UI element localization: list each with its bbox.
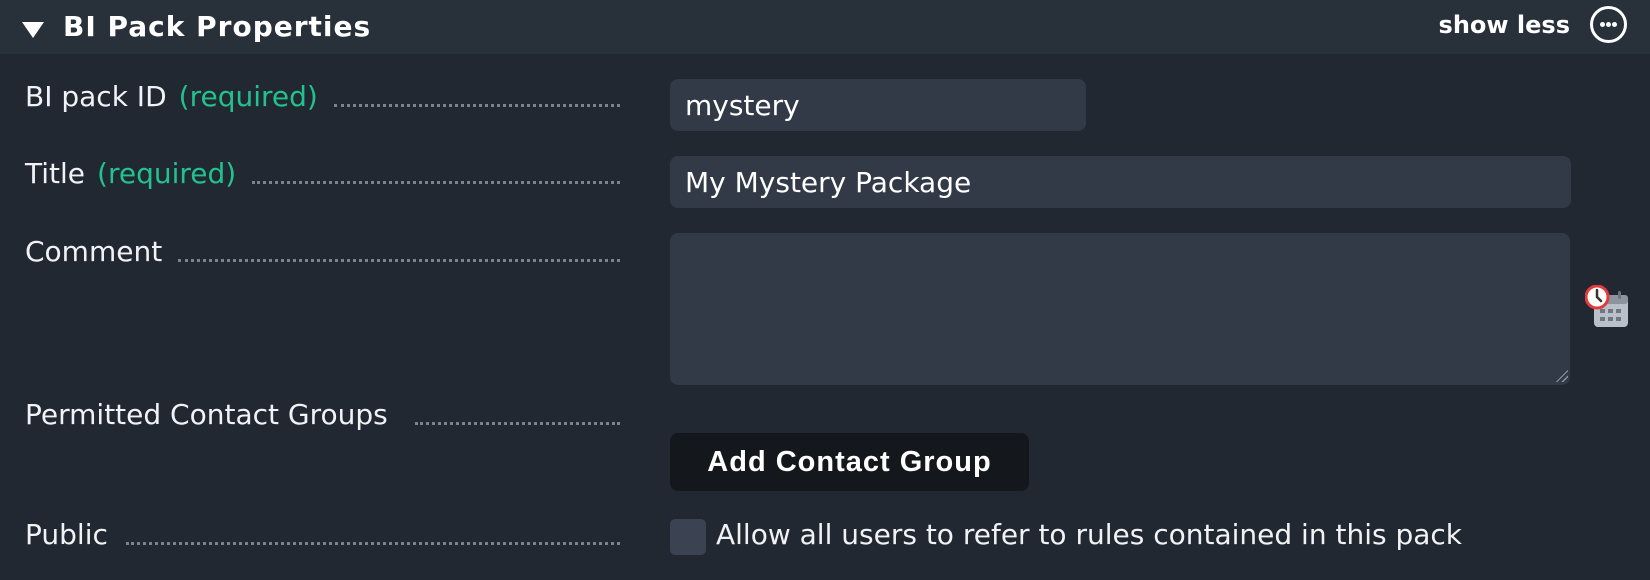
public-checkbox[interactable] xyxy=(670,519,706,555)
dotted-leader xyxy=(334,104,620,107)
required-marker: (required) xyxy=(178,80,318,113)
pack-id-label-text: BI pack ID xyxy=(25,80,167,113)
calendar-clock-icon[interactable] xyxy=(1585,285,1631,331)
public-checkbox-label[interactable]: Allow all users to refer to rules contai… xyxy=(716,518,1462,551)
title-label-text: Title xyxy=(25,157,86,190)
ellipsis-circle-icon[interactable] xyxy=(1590,6,1627,43)
title-label: Title (required) xyxy=(25,157,236,190)
show-less-link[interactable]: show less xyxy=(1439,11,1570,39)
comment-label-text: Comment xyxy=(25,235,163,268)
contact-groups-label: Permitted Contact Groups xyxy=(25,398,388,431)
required-marker: (required) xyxy=(97,157,237,190)
dotted-leader xyxy=(252,181,620,184)
resize-grip-icon[interactable] xyxy=(1556,370,1568,382)
triangle-down-icon[interactable] xyxy=(22,22,44,38)
public-label-text: Public xyxy=(25,518,108,551)
dotted-leader xyxy=(178,259,620,262)
pack-id-input[interactable] xyxy=(670,79,1086,131)
title-input[interactable] xyxy=(670,156,1571,208)
comment-label: Comment xyxy=(25,235,162,268)
pack-id-label: BI pack ID (required) xyxy=(25,80,318,113)
dotted-leader xyxy=(415,422,620,425)
comment-textarea[interactable] xyxy=(670,233,1570,385)
public-label: Public xyxy=(25,518,108,551)
bi-pack-properties-panel: BI Pack Properties show less BI pack ID … xyxy=(0,0,1650,580)
section-title: BI Pack Properties xyxy=(63,10,372,43)
contact-groups-label-text: Permitted Contact Groups xyxy=(25,398,388,431)
add-contact-group-button[interactable]: Add Contact Group xyxy=(670,433,1029,491)
dotted-leader xyxy=(126,542,620,545)
section-header: BI Pack Properties show less xyxy=(0,0,1650,54)
